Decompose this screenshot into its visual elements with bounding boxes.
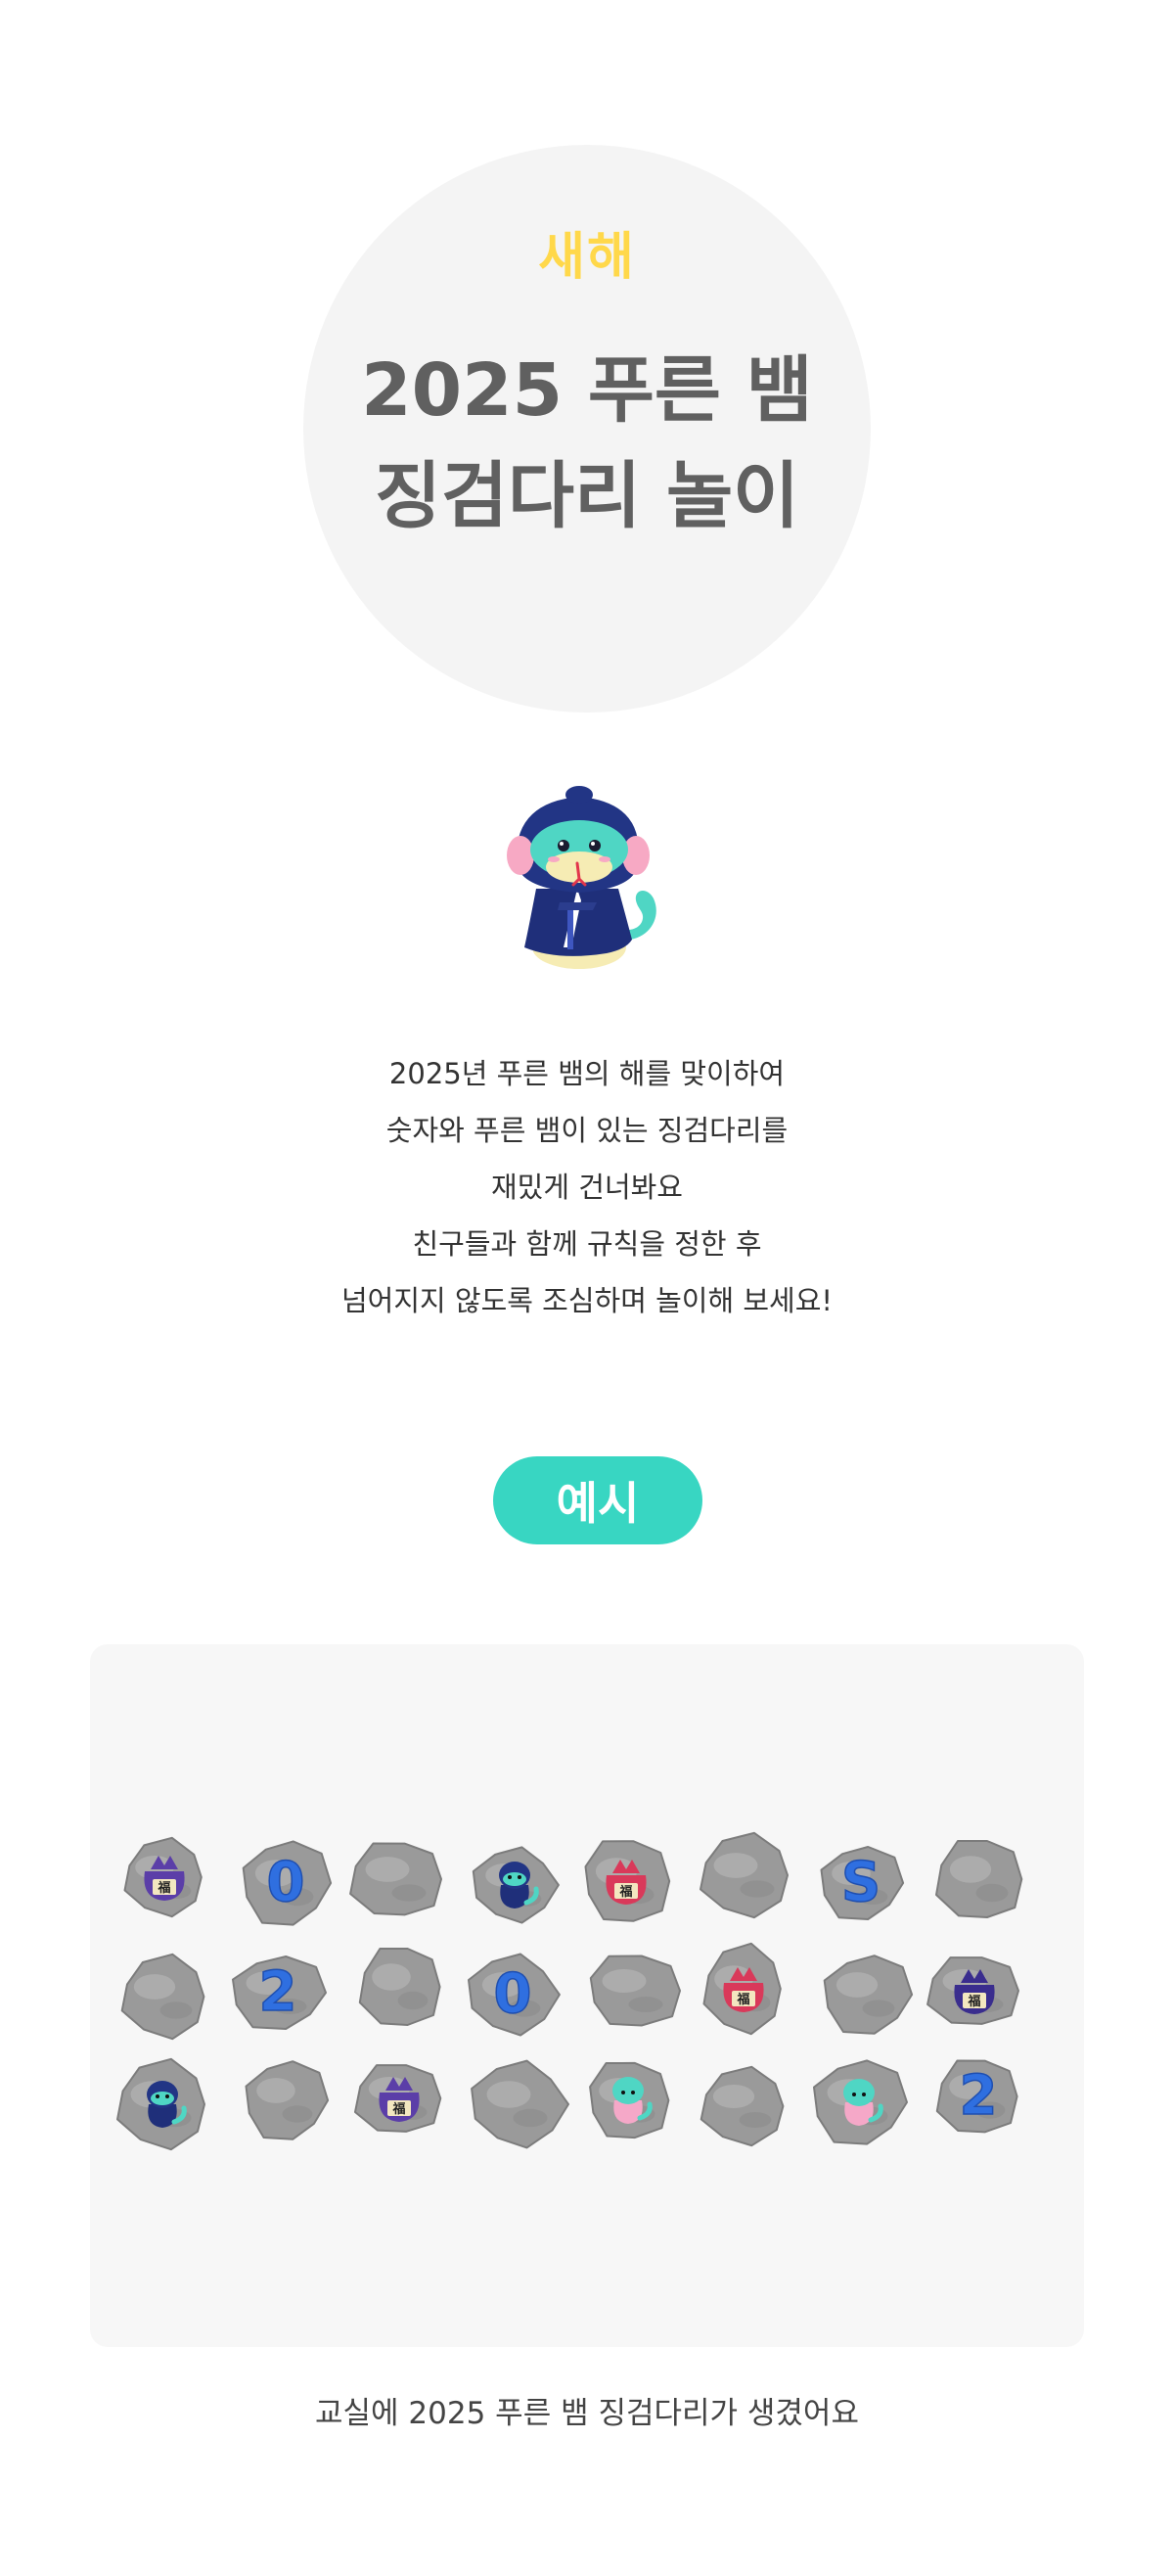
- stone-digit-label: S: [841, 1851, 880, 1914]
- stepping-stone: [700, 1831, 789, 1919]
- intro-line: 친구들과 함께 규칙을 정한 후: [412, 1227, 762, 1261]
- page-title-line-1: 2025 푸른 뱀: [361, 348, 813, 433]
- page-title: 2025 푸른 뱀 징검다리 놀이: [361, 338, 813, 549]
- lucky-bag-label: 福: [967, 1994, 980, 2009]
- stone-digit-label: 0: [494, 1962, 532, 2026]
- stepping-stone: [589, 1955, 681, 2027]
- stepping-stone: [813, 2059, 908, 2145]
- hero-eyebrow: 새해: [538, 228, 636, 287]
- intro-line: 재밌게 건너봐요: [491, 1171, 683, 1204]
- stepping-stone: [589, 2061, 670, 2139]
- stepping-stone: 0: [242, 1840, 333, 1926]
- example-badge: 예시: [493, 1456, 702, 1544]
- stepping-stone: [700, 2065, 785, 2147]
- stepping-stone: 福: [354, 2064, 442, 2133]
- intro-line: 넘어지지 않도록 조심하며 놀이해 보세요!: [340, 1284, 834, 1317]
- stone-digit-label: 0: [267, 1851, 305, 1914]
- intro-text: 2025년 푸른 뱀의 해를 맞이하여 숫자와 푸른 뱀이 있는 징검다리를 재…: [196, 1045, 978, 1329]
- page-title-line-2: 징검다리 놀이: [374, 454, 800, 538]
- stepping-stone: 0: [468, 1953, 561, 2037]
- lucky-bag-label: 福: [736, 1992, 749, 2007]
- stepping-stone: [935, 1840, 1023, 1918]
- stepping-stone: [471, 2059, 569, 2149]
- stepping-stone: [358, 1948, 441, 2026]
- stepping-stone: [823, 1955, 914, 2035]
- stepping-stone: 福: [123, 1836, 203, 1918]
- stepping-stone: 2: [232, 1955, 327, 2030]
- stepping-stone: [349, 1842, 442, 1916]
- stepping-stone: 福: [584, 1840, 671, 1922]
- stepping-stones-illustration: 福 0 福 S2 0 福福福 2: [116, 1831, 1023, 2151]
- example-caption: 교실에 2025 푸른 뱀 징검다리가 생겼어요: [315, 2396, 859, 2431]
- stepping-stone: [116, 2057, 205, 2151]
- blue-snake-mascot-icon: [507, 786, 656, 969]
- stepping-stone: [472, 1846, 560, 1924]
- intro-line: 2025년 푸른 뱀의 해를 맞이하여: [388, 1057, 786, 1090]
- stepping-stone: 福: [702, 1942, 782, 2036]
- lucky-bag-label: 福: [618, 1884, 632, 1900]
- intro-line: 숫자와 푸른 뱀이 있는 징검다리를: [385, 1114, 789, 1147]
- page: 새해 2025 푸른 뱀 징검다리 놀이 2025년 푸른 뱀의 해를 맞이하여…: [0, 0, 1174, 2576]
- stone-digit-label: 2: [960, 2064, 998, 2128]
- lucky-bag-label: 福: [157, 1880, 170, 1896]
- stepping-stone: [245, 2060, 330, 2140]
- stepping-stone: 福: [926, 1956, 1019, 2025]
- hero-badge: 새해 2025 푸른 뱀 징검다리 놀이: [303, 145, 871, 713]
- stepping-stone: S: [820, 1846, 905, 1920]
- example-image-panel: 福0福S20福福福2: [90, 1644, 1084, 2347]
- lucky-bag-label: 福: [391, 2101, 405, 2117]
- stepping-stone: 2: [935, 2059, 1018, 2134]
- stepping-stone: [120, 1953, 205, 2041]
- stone-digit-label: 2: [259, 1960, 297, 2024]
